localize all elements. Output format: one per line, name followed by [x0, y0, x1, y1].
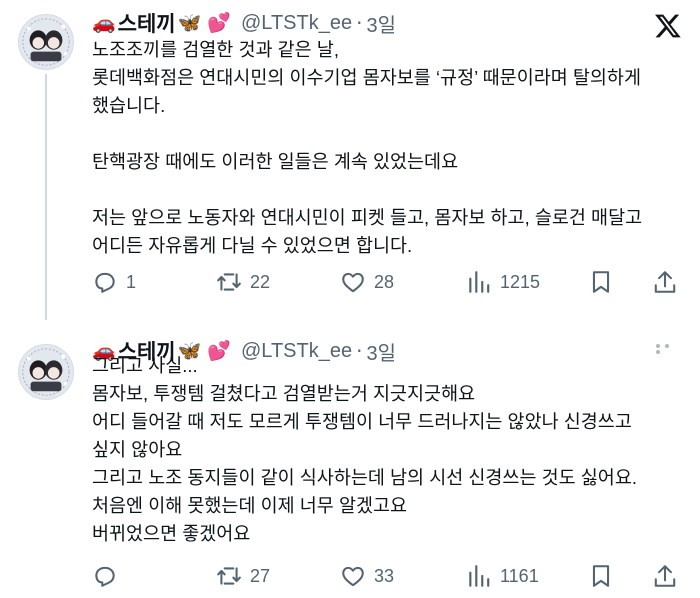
thread-line	[45, 74, 47, 320]
like-icon	[342, 566, 364, 587]
like-button[interactable]: 33	[340, 563, 394, 589]
author-name[interactable]: 스테끼	[118, 8, 176, 38]
share-button[interactable]	[652, 563, 678, 589]
separator-dot: ·	[356, 11, 363, 35]
views-count: 1215	[500, 271, 541, 292]
tweet-actions: 1 22 28 1215	[92, 268, 684, 296]
bookmark-button[interactable]	[588, 269, 614, 295]
reply-icon	[95, 566, 115, 587]
bookmark-icon	[592, 565, 610, 587]
bookmark-icon	[592, 271, 610, 293]
share-button[interactable]	[652, 269, 678, 295]
views-button[interactable]: 1161	[466, 563, 539, 589]
share-icon	[654, 271, 676, 293]
views-icon	[469, 565, 490, 587]
like-count: 33	[374, 565, 395, 586]
retweet-count: 22	[250, 271, 271, 292]
reply-button[interactable]: 1	[92, 269, 136, 295]
tweet-1[interactable]: 🚗 스테끼 🦋 💕 @LTSTk_ee · 3일 노조조끼를 검열한 것과 같은…	[0, 0, 700, 322]
avatar[interactable]	[18, 14, 74, 70]
like-count: 28	[374, 271, 395, 292]
views-count: 1161	[500, 565, 539, 586]
reply-count: 1	[126, 271, 137, 292]
tweet-header: 🚗 스테끼 🦋 💕 @LTSTk_ee · 3일	[92, 8, 396, 38]
reply-icon	[95, 272, 115, 293]
more-icon[interactable]	[656, 342, 682, 354]
retweet-count: 27	[250, 565, 271, 586]
retweet-icon	[217, 567, 241, 585]
reply-button[interactable]	[92, 563, 126, 589]
tweet-text: 그리고 사실... 몸자보, 투쟁템 걸쳤다고 검열받는거 지긋지긋해요 어디 …	[92, 355, 637, 544]
car-emoji: 🚗	[92, 11, 116, 34]
retweet-button[interactable]: 27	[216, 563, 270, 589]
tweet-2[interactable]: 🚗 스테끼 🦋 💕 @LTSTk_ee · 3일 그리고 사실... 몸자보, …	[0, 322, 700, 598]
tweet-time[interactable]: 3일	[366, 9, 396, 38]
views-icon	[469, 271, 490, 293]
avatar-image	[19, 345, 73, 399]
tweet-text: 노조조끼를 검열한 것과 같은 날, 롯데백화점은 연대시민의 이수기업 몸자보…	[92, 39, 643, 256]
like-icon	[342, 272, 364, 293]
views-button[interactable]: 1215	[466, 269, 540, 295]
retweet-button[interactable]: 22	[216, 269, 270, 295]
butterfly-heart-emoji: 🦋 💕	[177, 11, 231, 34]
avatar-image	[19, 15, 73, 69]
avatar[interactable]	[18, 344, 74, 400]
tweet-actions: 27 33 1161	[92, 562, 684, 590]
author-handle[interactable]: @LTSTk_ee	[241, 12, 352, 35]
like-button[interactable]: 28	[340, 269, 394, 295]
share-icon	[654, 565, 676, 587]
bookmark-button[interactable]	[588, 563, 614, 589]
retweet-icon	[217, 273, 241, 291]
